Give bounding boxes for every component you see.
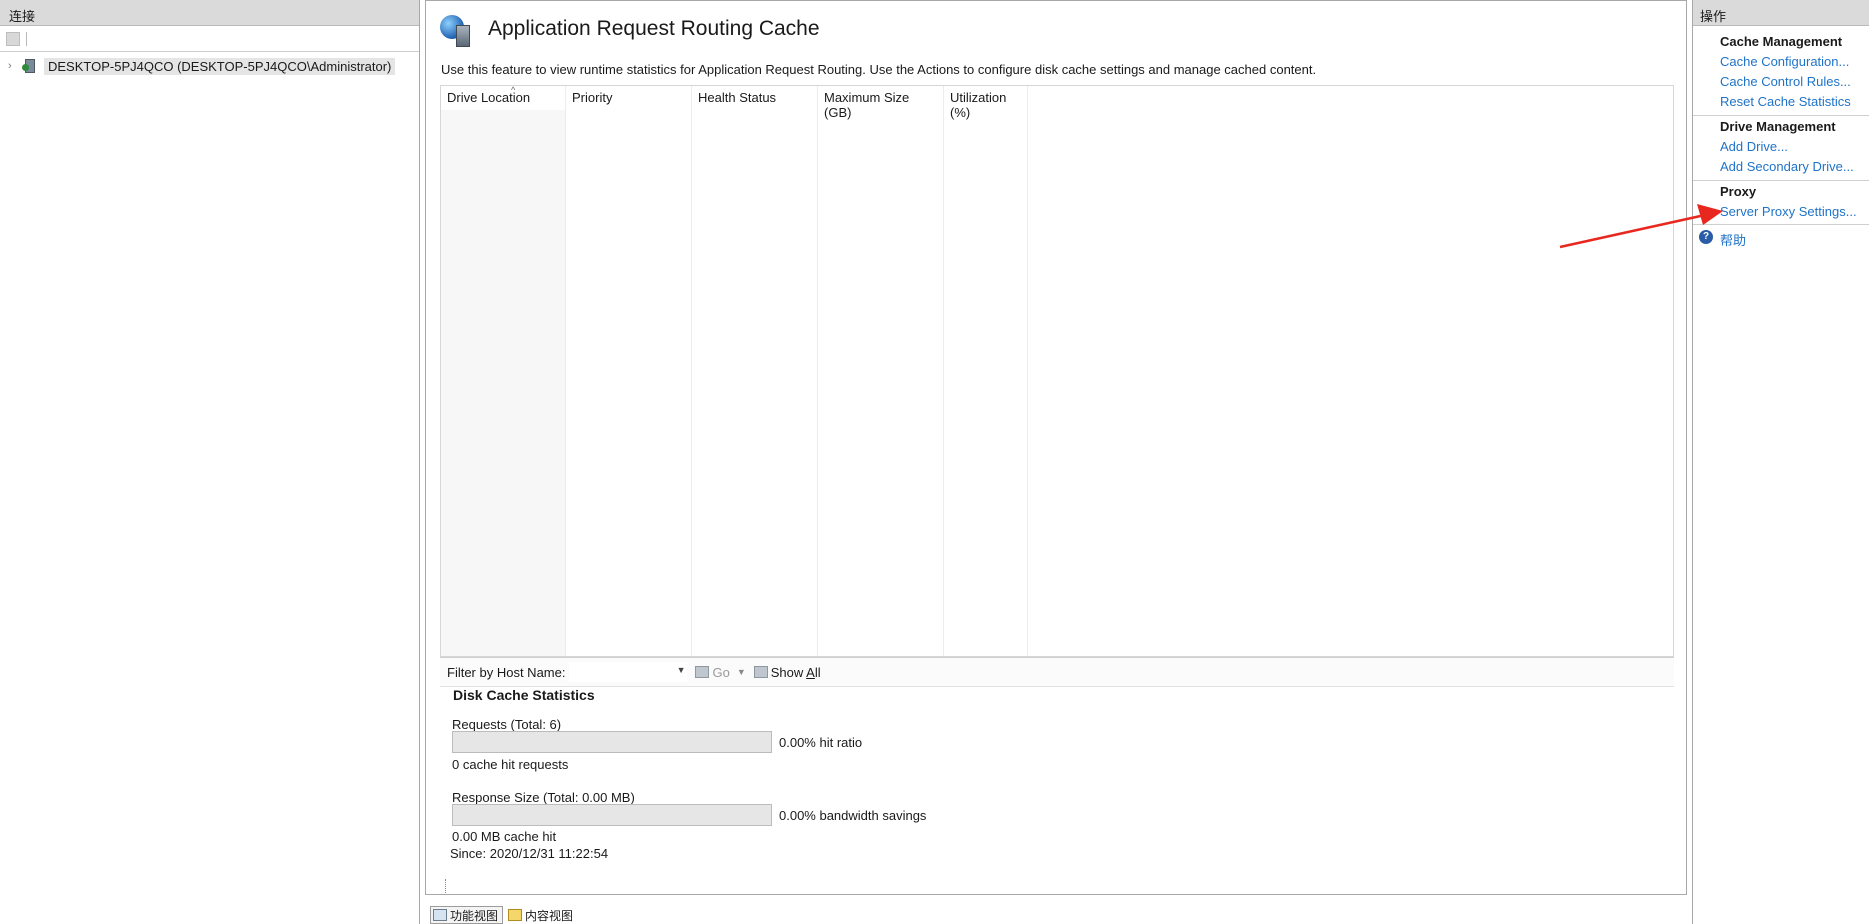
hit-ratio-text: 0.00% hit ratio	[779, 735, 863, 750]
show-all-label: Show All	[770, 664, 821, 680]
column-drive-location[interactable]: ^ Drive Location	[441, 85, 566, 656]
since-timestamp: Since: 2020/12/31 11:22:54	[450, 846, 609, 861]
column-header[interactable]: Utilization (%)	[944, 86, 1027, 120]
connections-toolbar	[0, 26, 419, 52]
toolbar-separator	[26, 31, 27, 46]
arr-globe-server-icon	[440, 15, 474, 49]
drive-list-grid[interactable]: ^ Drive Location Priority Health Status …	[440, 85, 1674, 657]
view-tabs: 功能视图 内容视图	[430, 906, 578, 924]
connections-header: 连接	[0, 0, 419, 26]
page-title: Application Request Routing Cache	[488, 17, 820, 40]
column-maximum-size[interactable]: Maximum Size (GB)	[818, 86, 944, 656]
content-view-icon	[508, 909, 523, 921]
disk-cache-statistics: Disk Cache Statistics Requests (Total: 6…	[440, 687, 1674, 893]
arrow-shaft	[1559, 213, 1706, 249]
dropdown-arrow-icon[interactable]: ▼	[677, 665, 686, 675]
add-drive-link[interactable]: Add Drive...	[1720, 139, 1788, 154]
section-divider	[1693, 115, 1869, 116]
show-all-icon	[753, 666, 768, 678]
tab-label: 功能视图	[450, 908, 499, 923]
column-header[interactable]: Maximum Size (GB)	[818, 86, 943, 120]
actions-header: 操作	[1693, 0, 1869, 26]
column-health-status[interactable]: Health Status	[692, 86, 818, 656]
reset-cache-statistics-link[interactable]: Reset Cache Statistics	[1720, 94, 1851, 109]
filter-label: Filter by Host Name:	[447, 664, 566, 680]
go-dropdown-icon[interactable]: ▼	[737, 667, 746, 677]
column-header[interactable]: Health Status	[692, 86, 817, 110]
connections-pane: 连接 › DESKTOP-5PJ4QCO (DESKTOP-5PJ4QCO\Ad…	[0, 0, 420, 924]
column-utilization[interactable]: Utilization (%)	[944, 86, 1028, 656]
section-drive-management: Drive Management	[1720, 119, 1836, 134]
tab-content-view[interactable]: 内容视图	[505, 906, 578, 924]
stats-title: Disk Cache Statistics	[453, 687, 595, 703]
tab-features-view[interactable]: 功能视图	[430, 906, 504, 924]
host-name-filter-input[interactable]: ▼	[569, 662, 688, 682]
feature-panel: Application Request Routing Cache Use th…	[425, 0, 1687, 895]
connect-icon[interactable]	[6, 31, 20, 46]
hit-ratio-bar	[452, 731, 772, 753]
arrow-head	[1697, 204, 1723, 225]
server-proxy-settings-link[interactable]: Server Proxy Settings...	[1720, 204, 1857, 219]
section-proxy: Proxy	[1720, 184, 1757, 199]
go-button[interactable]: Go ▼	[695, 664, 746, 680]
go-label: Go	[712, 664, 730, 680]
sort-caret-icon: ^	[511, 85, 516, 95]
page-description: Use this feature to view runtime statist…	[441, 62, 1317, 77]
column-header[interactable]: Drive Location	[441, 86, 565, 110]
tree-item-server[interactable]: › DESKTOP-5PJ4QCO (DESKTOP-5PJ4QCO\Admin…	[0, 56, 419, 76]
server-icon	[22, 58, 38, 74]
tab-label: 内容视图	[525, 908, 574, 923]
tree-item-label[interactable]: DESKTOP-5PJ4QCO (DESKTOP-5PJ4QCO\Adminis…	[44, 57, 396, 75]
requests-label: Requests (Total: 6)	[452, 717, 562, 732]
section-cache-management: Cache Management	[1720, 34, 1843, 49]
column-priority[interactable]: Priority	[566, 86, 692, 656]
column-header[interactable]: Priority	[566, 86, 691, 110]
expand-chevron-icon[interactable]: ›	[8, 60, 16, 72]
red-arrow-annotation	[1559, 204, 1723, 249]
mb-cache-hit: 0.00 MB cache hit	[452, 829, 557, 844]
filter-bar: Filter by Host Name: ▼ Go ▼ Show All	[440, 657, 1674, 687]
cache-configuration-link[interactable]: Cache Configuration...	[1720, 54, 1849, 69]
cache-control-rules-link[interactable]: Cache Control Rules...	[1720, 74, 1851, 89]
binoculars-icon	[695, 666, 710, 678]
bandwidth-bar	[452, 804, 772, 826]
bandwidth-text: 0.00% bandwidth savings	[779, 808, 927, 823]
features-view-icon	[433, 909, 447, 921]
cache-hit-requests: 0 cache hit requests	[452, 757, 569, 772]
response-size-label: Response Size (Total: 0.00 MB)	[452, 790, 635, 805]
section-divider	[1693, 180, 1869, 181]
show-all-button[interactable]: Show All	[753, 664, 821, 680]
add-secondary-drive-link[interactable]: Add Secondary Drive...	[1720, 159, 1854, 174]
since-separator	[445, 879, 446, 893]
actions-pane: 操作 Cache Management Cache Configuration.…	[1692, 0, 1869, 924]
